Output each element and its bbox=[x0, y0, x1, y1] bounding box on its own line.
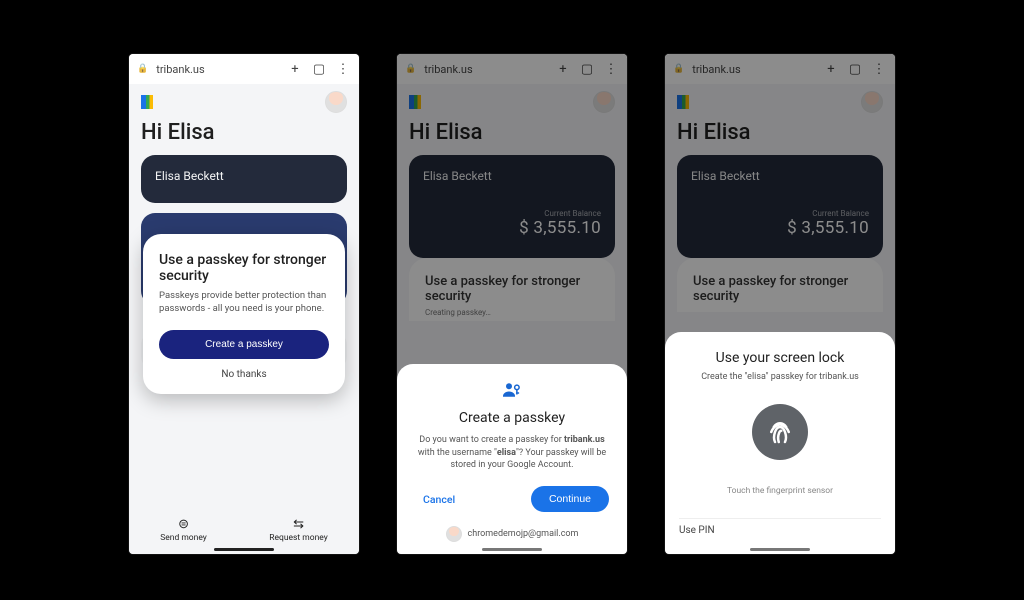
app-header bbox=[129, 84, 359, 120]
account-card-primary[interactable]: Elisa Beckett bbox=[141, 155, 347, 203]
user-avatar[interactable] bbox=[325, 91, 347, 113]
account-email: chromedemojp@gmail.com bbox=[468, 529, 579, 539]
phone-screen-1: 🔒 tribank.us + ▢ ⋮ Hi Elisa Elisa Becket… bbox=[129, 54, 359, 554]
gesture-bar bbox=[750, 548, 810, 551]
google-account-row[interactable]: chromedemojp@gmail.com bbox=[415, 526, 609, 542]
fingerprint-hint: Touch the fingerprint sensor bbox=[679, 486, 881, 496]
phone-screen-3: 🔒 tribank.us + ▢ ⋮ Hi Elisa Elisa Becket… bbox=[665, 54, 895, 554]
passkey-promo-dialog: Use a passkey for stronger security Pass… bbox=[143, 234, 345, 394]
browser-address-bar: 🔒 tribank.us + ▢ ⋮ bbox=[129, 54, 359, 84]
greeting-text: Hi Elisa bbox=[129, 120, 359, 155]
dollar-icon: ⊜ bbox=[178, 517, 189, 532]
gesture-bar bbox=[482, 548, 542, 551]
request-money-label: Request money bbox=[269, 533, 328, 543]
new-tab-icon[interactable]: + bbox=[287, 62, 303, 77]
no-thanks-button[interactable]: No thanks bbox=[159, 369, 329, 380]
screen-lock-sheet: Use your screen lock Create the "elisa" … bbox=[665, 332, 895, 554]
browser-menu-icon[interactable]: ⋮ bbox=[335, 62, 351, 77]
passkey-icon bbox=[415, 382, 609, 402]
account-name: Elisa Beckett bbox=[155, 169, 333, 183]
sheet-body: Do you want to create a passkey for trib… bbox=[417, 434, 607, 472]
tab-switcher-icon[interactable]: ▢ bbox=[311, 62, 327, 77]
use-pin-button[interactable]: Use PIN bbox=[679, 518, 881, 546]
sheet-title: Use your screen lock bbox=[679, 350, 881, 366]
app-logo bbox=[141, 95, 153, 109]
send-money-label: Send money bbox=[160, 533, 207, 543]
request-money-button[interactable]: ⇆Request money bbox=[269, 517, 328, 543]
send-money-button[interactable]: ⊜Send money bbox=[160, 517, 207, 543]
fingerprint-icon[interactable] bbox=[752, 404, 808, 460]
phone-screen-2: 🔒 tribank.us + ▢ ⋮ Hi Elisa Elisa Becket… bbox=[397, 54, 627, 554]
sheet-title: Create a passkey bbox=[415, 410, 609, 426]
lock-icon: 🔒 bbox=[137, 64, 148, 74]
dialog-title: Use a passkey for stronger security bbox=[159, 252, 329, 284]
swap-icon: ⇆ bbox=[293, 517, 304, 532]
sheet-body: Create the "elisa" passkey for tribank.u… bbox=[679, 372, 881, 382]
account-avatar-icon bbox=[446, 526, 462, 542]
continue-button[interactable]: Continue bbox=[531, 486, 609, 512]
cancel-button[interactable]: Cancel bbox=[415, 487, 463, 512]
browser-address: tribank.us bbox=[156, 63, 279, 76]
dialog-body: Passkeys provide better protection than … bbox=[159, 290, 329, 316]
bottom-nav: ⊜Send money ⇆Request money bbox=[129, 506, 359, 554]
gesture-bar bbox=[214, 548, 274, 551]
create-passkey-button[interactable]: Create a passkey bbox=[159, 330, 329, 359]
create-passkey-sheet: Create a passkey Do you want to create a… bbox=[397, 364, 627, 554]
